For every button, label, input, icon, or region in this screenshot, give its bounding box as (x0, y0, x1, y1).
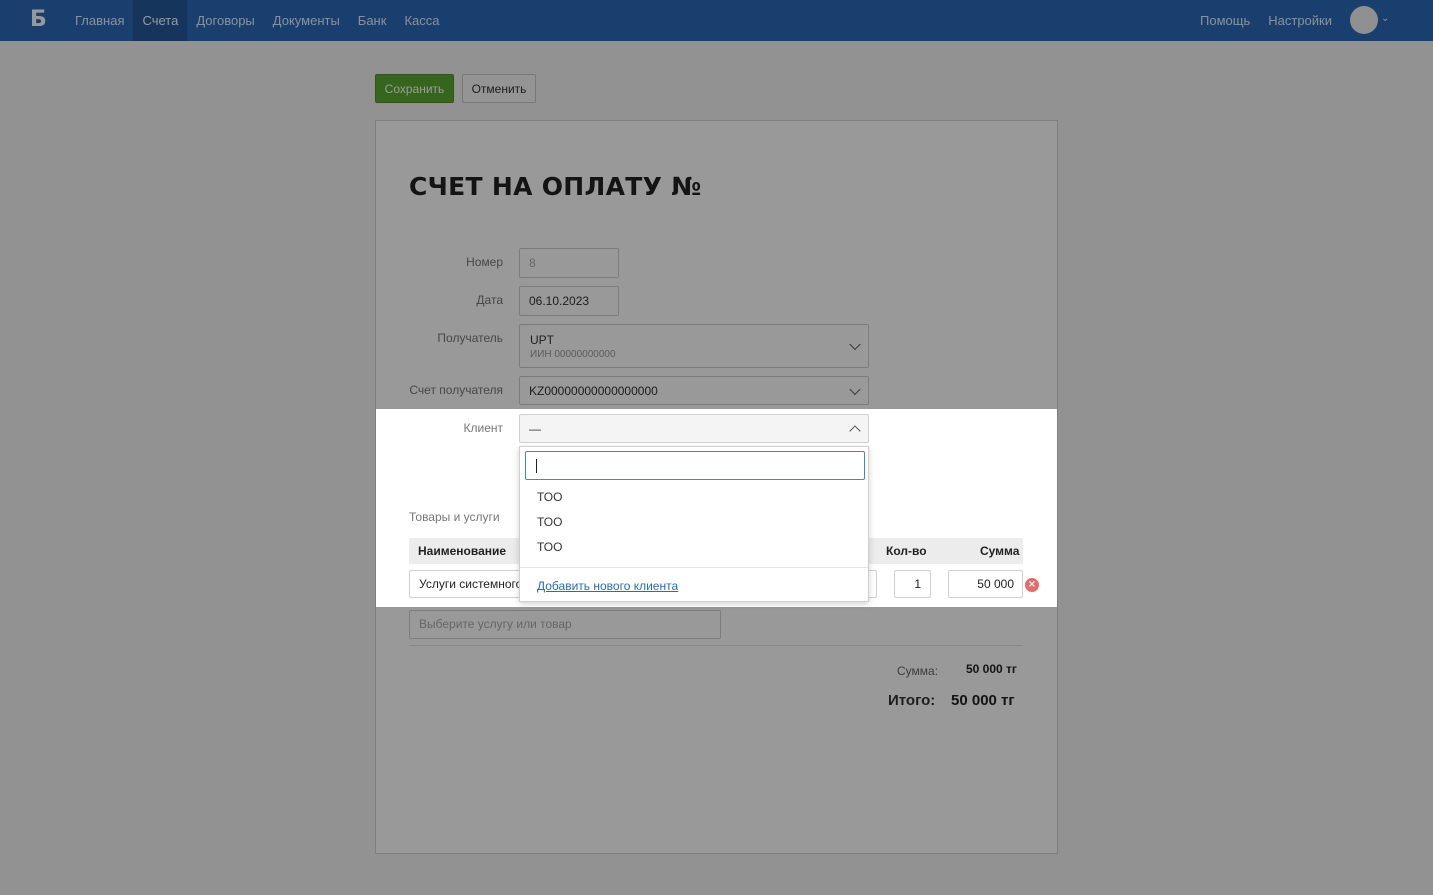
cancel-button[interactable]: Отменить (462, 74, 536, 103)
account-value: KZ00000000000000000 (529, 383, 658, 398)
client-value: — (529, 421, 541, 436)
recipient-label: Получатель (437, 331, 503, 345)
chevron-down-icon (849, 338, 861, 351)
client-search-input[interactable] (525, 451, 865, 480)
account-select[interactable]: KZ00000000000000000 (519, 376, 869, 405)
top-navbar: Б Главная Счета Договоры Документы Банк … (0, 0, 1433, 41)
remove-row-icon[interactable]: × (1025, 578, 1039, 592)
nav-item-invoices[interactable]: Счета (133, 0, 188, 41)
item-qty-input[interactable]: 1 (894, 570, 931, 598)
nav-item-help[interactable]: Помощь (1191, 0, 1259, 41)
chevron-down-icon[interactable]: ⌄ (1381, 13, 1391, 24)
logo[interactable]: Б (30, 8, 48, 32)
client-option[interactable]: ТОО (537, 515, 562, 529)
nav-item-contracts[interactable]: Договоры (187, 0, 263, 41)
avatar[interactable] (1350, 6, 1378, 34)
sum-label: Сумма: (897, 664, 939, 678)
client-option[interactable]: ТОО (537, 490, 562, 504)
divider (409, 645, 1023, 646)
nav-item-cash[interactable]: Касса (395, 0, 448, 41)
chevron-up-icon (849, 424, 861, 437)
number-field: 8 (519, 248, 619, 278)
client-label: Клиент (463, 421, 504, 435)
sum-value: 50 000 тг (966, 662, 1017, 676)
column-header-name: Наименование (418, 544, 507, 558)
date-label: Дата (476, 293, 503, 307)
recipient-name: UPT (530, 333, 554, 347)
number-label: Номер (466, 255, 503, 269)
dropdown-divider (520, 567, 868, 568)
client-option[interactable]: ТОО (537, 540, 562, 554)
text-caret (536, 459, 537, 473)
secondary-nav: Помощь Настройки (1191, 0, 1341, 41)
add-item-input[interactable]: Выберите услугу или товар (409, 610, 721, 639)
nav-item-home[interactable]: Главная (66, 0, 133, 41)
nav-item-documents[interactable]: Документы (264, 0, 349, 41)
recipient-select[interactable]: UPT ИИН 00000000000 (519, 324, 869, 368)
items-section-label: Товары и услуги (409, 510, 500, 524)
total-label: Итого: (888, 692, 936, 709)
page-title: СЧЕТ НА ОПЛАТУ № (409, 172, 702, 201)
account-label: Счет получателя (409, 383, 503, 397)
chevron-down-icon (849, 383, 861, 395)
nav-item-settings[interactable]: Настройки (1259, 0, 1341, 41)
column-header-qty: Кол-во (886, 544, 927, 558)
main-nav: Главная Счета Договоры Документы Банк Ка… (66, 0, 448, 41)
save-button[interactable]: Сохранить (375, 74, 454, 103)
date-field[interactable]: 06.10.2023 (519, 286, 619, 316)
client-dropdown: ТОО ТОО ТОО Добавить нового клиента (519, 446, 869, 602)
nav-item-bank[interactable]: Банк (349, 0, 396, 41)
total-value: 50 000 тг (951, 692, 1015, 709)
column-header-sum: Сумма (980, 544, 1020, 558)
add-client-link[interactable]: Добавить нового клиента (537, 579, 678, 593)
item-sum-input[interactable]: 50 000 (948, 570, 1023, 598)
recipient-iin: ИИН 00000000000 (530, 349, 616, 360)
client-select[interactable]: — (519, 414, 869, 443)
